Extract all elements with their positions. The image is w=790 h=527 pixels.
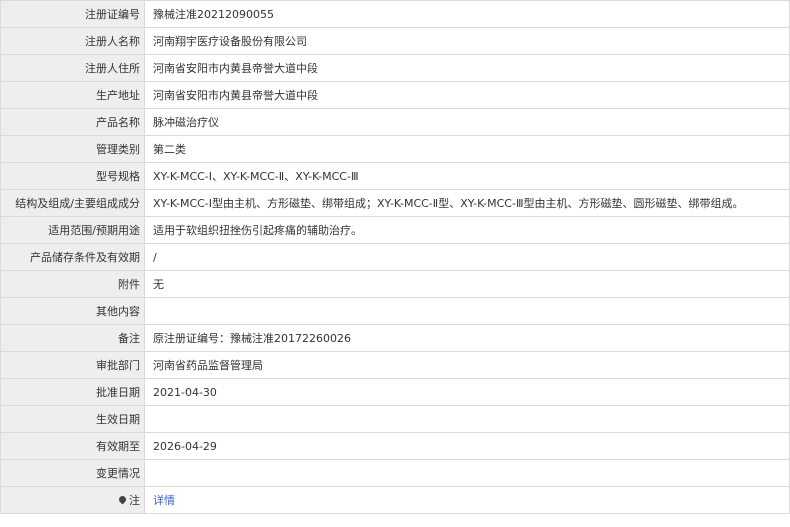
table-row: 产品储存条件及有效期 / xyxy=(0,243,790,271)
row-label: 注册人名称 xyxy=(0,27,145,55)
row-value: 豫械注准20212090055 xyxy=(144,0,790,28)
note-value-cell: 详情 xyxy=(144,486,790,514)
row-label: 注册证编号 xyxy=(0,0,145,28)
row-value: 无 xyxy=(144,270,790,298)
row-value: 脉冲磁治疗仪 xyxy=(144,108,790,136)
table-row: 型号规格 XY-K-MCC-Ⅰ、XY-K-MCC-Ⅱ、XY-K-MCC-Ⅲ xyxy=(0,162,790,190)
row-value: 第二类 xyxy=(144,135,790,163)
row-label: 有效期至 xyxy=(0,432,145,460)
row-label: 结构及组成/主要组成成分 xyxy=(0,189,145,217)
table-row: 审批部门 河南省药品监督管理局 xyxy=(0,351,790,379)
table-row: 变更情况 xyxy=(0,459,790,487)
registration-detail-table: 注册证编号 豫械注准20212090055 注册人名称 河南翔宇医疗设备股份有限公司… xyxy=(0,0,790,514)
note-label: 注 xyxy=(129,494,140,507)
row-value xyxy=(144,297,790,325)
table-row: 注册人住所 河南省安阳市内黄县帝誉大道中段 xyxy=(0,54,790,82)
row-label: 注册人住所 xyxy=(0,54,145,82)
row-value: XY-K-MCC-Ⅰ、XY-K-MCC-Ⅱ、XY-K-MCC-Ⅲ xyxy=(144,162,790,190)
row-value xyxy=(144,459,790,487)
row-value: 河南省药品监督管理局 xyxy=(144,351,790,379)
row-value xyxy=(144,405,790,433)
table-row: 结构及组成/主要组成成分 XY-K-MCC-Ⅰ型由主机、方形磁垫、绑带组成；XY-… xyxy=(0,189,790,217)
row-label: 产品储存条件及有效期 xyxy=(0,243,145,271)
note-label-cell: 注 xyxy=(0,486,145,514)
table-row: 备注 原注册证编号：豫械注准20172260026 xyxy=(0,324,790,352)
table-row: 附件无 xyxy=(0,270,790,298)
row-label: 变更情况 xyxy=(0,459,145,487)
table-row: 批准日期 2021-04-30 xyxy=(0,378,790,406)
table-row: 适用范围/预期用途 适用于软组织扭挫伤引起疼痛的辅助治疗。 xyxy=(0,216,790,244)
row-label: 生产地址 xyxy=(0,81,145,109)
note-row: 注 详情 xyxy=(0,486,790,514)
row-label: 产品名称 xyxy=(0,108,145,136)
row-value: 2021-04-30 xyxy=(144,378,790,406)
details-link[interactable]: 详情 xyxy=(153,494,175,507)
map-pin-icon xyxy=(117,494,128,505)
table-row: 生效日期 xyxy=(0,405,790,433)
row-label: 审批部门 xyxy=(0,351,145,379)
row-value: XY-K-MCC-Ⅰ型由主机、方形磁垫、绑带组成；XY-K-MCC-Ⅱ型、XY-… xyxy=(144,189,790,217)
row-label: 备注 xyxy=(0,324,145,352)
table-row: 生产地址 河南省安阳市内黄县帝誉大道中段 xyxy=(0,81,790,109)
table-row: 产品名称 脉冲磁治疗仪 xyxy=(0,108,790,136)
row-label: 其他内容 xyxy=(0,297,145,325)
row-value: 河南省安阳市内黄县帝誉大道中段 xyxy=(144,54,790,82)
table-row: 注册证编号 豫械注准20212090055 xyxy=(0,0,790,28)
row-label: 管理类别 xyxy=(0,135,145,163)
row-label: 型号规格 xyxy=(0,162,145,190)
table-row: 其他内容 xyxy=(0,297,790,325)
row-label: 生效日期 xyxy=(0,405,145,433)
row-value: 河南翔宇医疗设备股份有限公司 xyxy=(144,27,790,55)
row-label: 附件 xyxy=(0,270,145,298)
table-row: 注册人名称 河南翔宇医疗设备股份有限公司 xyxy=(0,27,790,55)
row-value: 原注册证编号：豫械注准20172260026 xyxy=(144,324,790,352)
row-value: 2026-04-29 xyxy=(144,432,790,460)
table-row: 有效期至 2026-04-29 xyxy=(0,432,790,460)
row-value: / xyxy=(144,243,790,271)
row-value: 适用于软组织扭挫伤引起疼痛的辅助治疗。 xyxy=(144,216,790,244)
table-row: 管理类别 第二类 xyxy=(0,135,790,163)
row-label: 批准日期 xyxy=(0,378,145,406)
row-label: 适用范围/预期用途 xyxy=(0,216,145,244)
row-value: 河南省安阳市内黄县帝誉大道中段 xyxy=(144,81,790,109)
